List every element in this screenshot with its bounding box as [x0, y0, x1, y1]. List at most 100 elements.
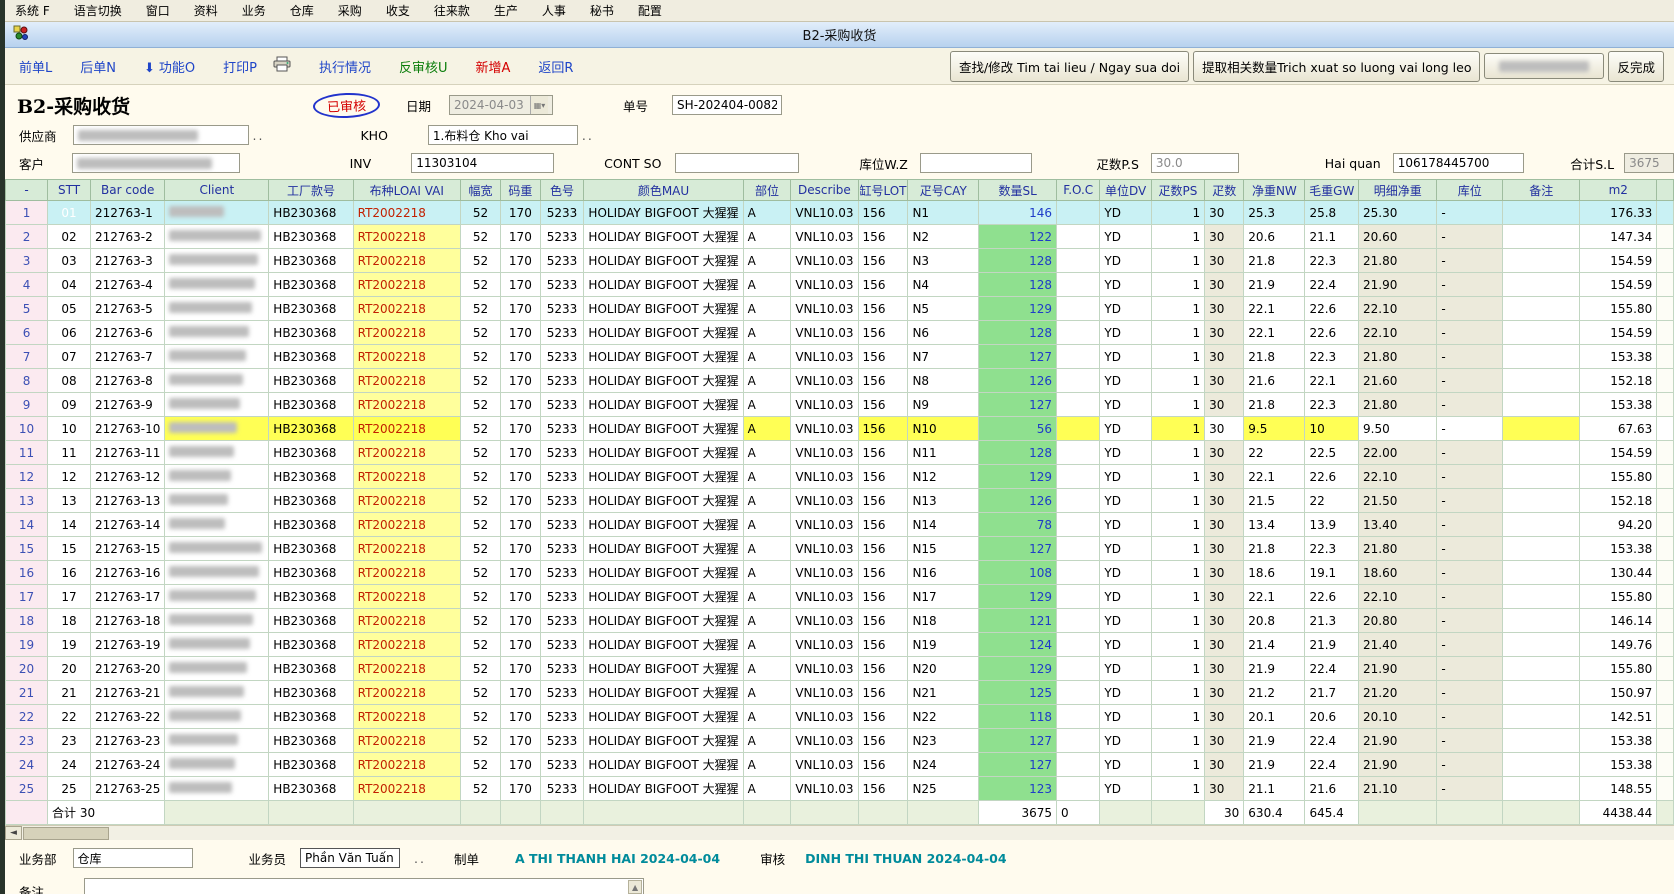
cell-yweight[interactable]: 170 — [501, 249, 541, 273]
cell-part[interactable]: A — [743, 513, 791, 537]
column-header-lot[interactable]: 缸号LOT — [858, 180, 908, 201]
cell-fabric[interactable]: RT2002218 — [353, 273, 460, 297]
cell-m2[interactable]: 152.18 — [1580, 489, 1657, 513]
cell-fabric[interactable]: RT2002218 — [353, 705, 460, 729]
cell-pcs[interactable]: 30 — [1205, 705, 1244, 729]
cell-nw[interactable]: 21.2 — [1244, 681, 1305, 705]
cell-colorno[interactable]: 5233 — [540, 657, 584, 681]
cell-pcs[interactable]: 30 — [1205, 609, 1244, 633]
cell-gw[interactable]: 25.8 — [1305, 201, 1359, 225]
cell-loc[interactable]: - — [1437, 249, 1503, 273]
menu-item-8[interactable]: 收支 — [386, 2, 410, 19]
cell-stt[interactable]: 22 — [48, 705, 91, 729]
cell-sl[interactable]: 126 — [979, 369, 1057, 393]
cell-colorno[interactable]: 5233 — [540, 729, 584, 753]
cell-loc[interactable]: - — [1437, 753, 1503, 777]
cell-fabric[interactable]: RT2002218 — [353, 537, 460, 561]
cell-pcs[interactable]: 30 — [1205, 201, 1244, 225]
cell-dnw[interactable]: 20.60 — [1359, 225, 1437, 249]
toolbar-link-6[interactable]: 执行情况 — [319, 57, 371, 76]
cell-describe[interactable]: VNL10.03 — [791, 489, 858, 513]
cell-foc[interactable] — [1057, 489, 1100, 513]
cell-colorno[interactable]: 5233 — [540, 201, 584, 225]
cell-barcode[interactable]: 212763-3 — [90, 249, 164, 273]
cell-note[interactable] — [1503, 513, 1580, 537]
cell-foc[interactable] — [1057, 633, 1100, 657]
cell-gw[interactable]: 22.6 — [1305, 321, 1359, 345]
cell-dnw[interactable]: 9.50 — [1359, 417, 1437, 441]
cell-psn[interactable]: 1 — [1151, 225, 1204, 249]
cell-cay[interactable]: N12 — [908, 465, 979, 489]
cell-color[interactable]: HOLIDAY BIGFOOT 大猩猩 — [584, 561, 743, 585]
cell-color[interactable]: HOLIDAY BIGFOOT 大猩猩 — [584, 393, 743, 417]
cell-width[interactable]: 52 — [460, 225, 500, 249]
cell-dnw[interactable]: 21.80 — [1359, 345, 1437, 369]
cell-fabric[interactable]: RT2002218 — [353, 369, 460, 393]
cell-psn[interactable]: 1 — [1151, 345, 1204, 369]
cell-gw[interactable]: 22.3 — [1305, 537, 1359, 561]
cell-cay[interactable]: N7 — [908, 345, 979, 369]
cell-fabric[interactable]: RT2002218 — [353, 345, 460, 369]
cell-foc[interactable] — [1057, 249, 1100, 273]
cell-foc[interactable] — [1057, 585, 1100, 609]
cell-cay[interactable]: N1 — [908, 201, 979, 225]
column-header-stt[interactable]: STT — [48, 180, 91, 201]
kuwei-field[interactable] — [920, 153, 1033, 173]
cell-color[interactable]: HOLIDAY BIGFOOT 大猩猩 — [584, 441, 743, 465]
cell-m2[interactable]: 155.80 — [1580, 465, 1657, 489]
column-header-width[interactable]: 幅宽 — [460, 180, 500, 201]
cell-sl[interactable]: 127 — [979, 393, 1057, 417]
cell-width[interactable]: 52 — [460, 321, 500, 345]
cell-fabric[interactable]: RT2002218 — [353, 297, 460, 321]
cell-width[interactable]: 52 — [460, 249, 500, 273]
menu-item-1[interactable]: 系统 F — [15, 2, 50, 19]
cell-describe[interactable]: VNL10.03 — [791, 369, 858, 393]
cell-barcode[interactable]: 212763-1 — [90, 201, 164, 225]
cell-pcs[interactable]: 30 — [1205, 417, 1244, 441]
cell-gw[interactable]: 22.6 — [1305, 465, 1359, 489]
cell-cay[interactable]: N19 — [908, 633, 979, 657]
cell-fabric[interactable]: RT2002218 — [353, 609, 460, 633]
cell-lot[interactable]: 156 — [858, 561, 908, 585]
cell-nw[interactable]: 18.6 — [1244, 561, 1305, 585]
kho-browse-button[interactable]: .. — [582, 128, 594, 143]
cell-yweight[interactable]: 170 — [501, 273, 541, 297]
cell-color[interactable]: HOLIDAY BIGFOOT 大猩猩 — [584, 633, 743, 657]
cell-psn[interactable]: 1 — [1151, 249, 1204, 273]
cell-barcode[interactable]: 212763-21 — [90, 681, 164, 705]
cell-stt[interactable]: 20 — [48, 657, 91, 681]
supplier-field[interactable] — [73, 125, 249, 145]
cell-width[interactable]: 52 — [460, 345, 500, 369]
cell-part[interactable]: A — [743, 441, 791, 465]
cell-note[interactable] — [1503, 465, 1580, 489]
cell-factory[interactable]: HB230368 — [269, 753, 353, 777]
cell-stt[interactable]: 10 — [48, 417, 91, 441]
cell-colorno[interactable]: 5233 — [540, 753, 584, 777]
cell-cay[interactable]: N23 — [908, 729, 979, 753]
column-header-m2[interactable]: m2 — [1580, 180, 1657, 201]
cell-colorno[interactable]: 5233 — [540, 225, 584, 249]
cell-colorno[interactable]: 5233 — [540, 513, 584, 537]
cell-part[interactable]: A — [743, 369, 791, 393]
cell-psn[interactable]: 1 — [1151, 705, 1204, 729]
cell-factory[interactable]: HB230368 — [269, 273, 353, 297]
cell-factory[interactable]: HB230368 — [269, 561, 353, 585]
cell-stt[interactable]: 21 — [48, 681, 91, 705]
cell-client[interactable] — [165, 561, 269, 585]
cell-fabric[interactable]: RT2002218 — [353, 225, 460, 249]
cell-note[interactable] — [1503, 297, 1580, 321]
cell-fabric[interactable]: RT2002218 — [353, 561, 460, 585]
cell-m2[interactable]: 153.38 — [1580, 753, 1657, 777]
cell-width[interactable]: 52 — [460, 633, 500, 657]
calendar-dropdown-icon[interactable]: ▦▾ — [530, 96, 548, 114]
cell-psn[interactable]: 1 — [1151, 393, 1204, 417]
cell-stt[interactable]: 19 — [48, 633, 91, 657]
cell-client[interactable] — [165, 225, 269, 249]
cell-cay[interactable]: N22 — [908, 705, 979, 729]
cell-foc[interactable] — [1057, 417, 1100, 441]
cell-factory[interactable]: HB230368 — [269, 489, 353, 513]
cell-gw[interactable]: 22.4 — [1305, 273, 1359, 297]
menu-item-3[interactable]: 窗口 — [146, 2, 170, 19]
cell-note[interactable] — [1503, 489, 1580, 513]
cell-unit[interactable]: YD — [1100, 441, 1151, 465]
